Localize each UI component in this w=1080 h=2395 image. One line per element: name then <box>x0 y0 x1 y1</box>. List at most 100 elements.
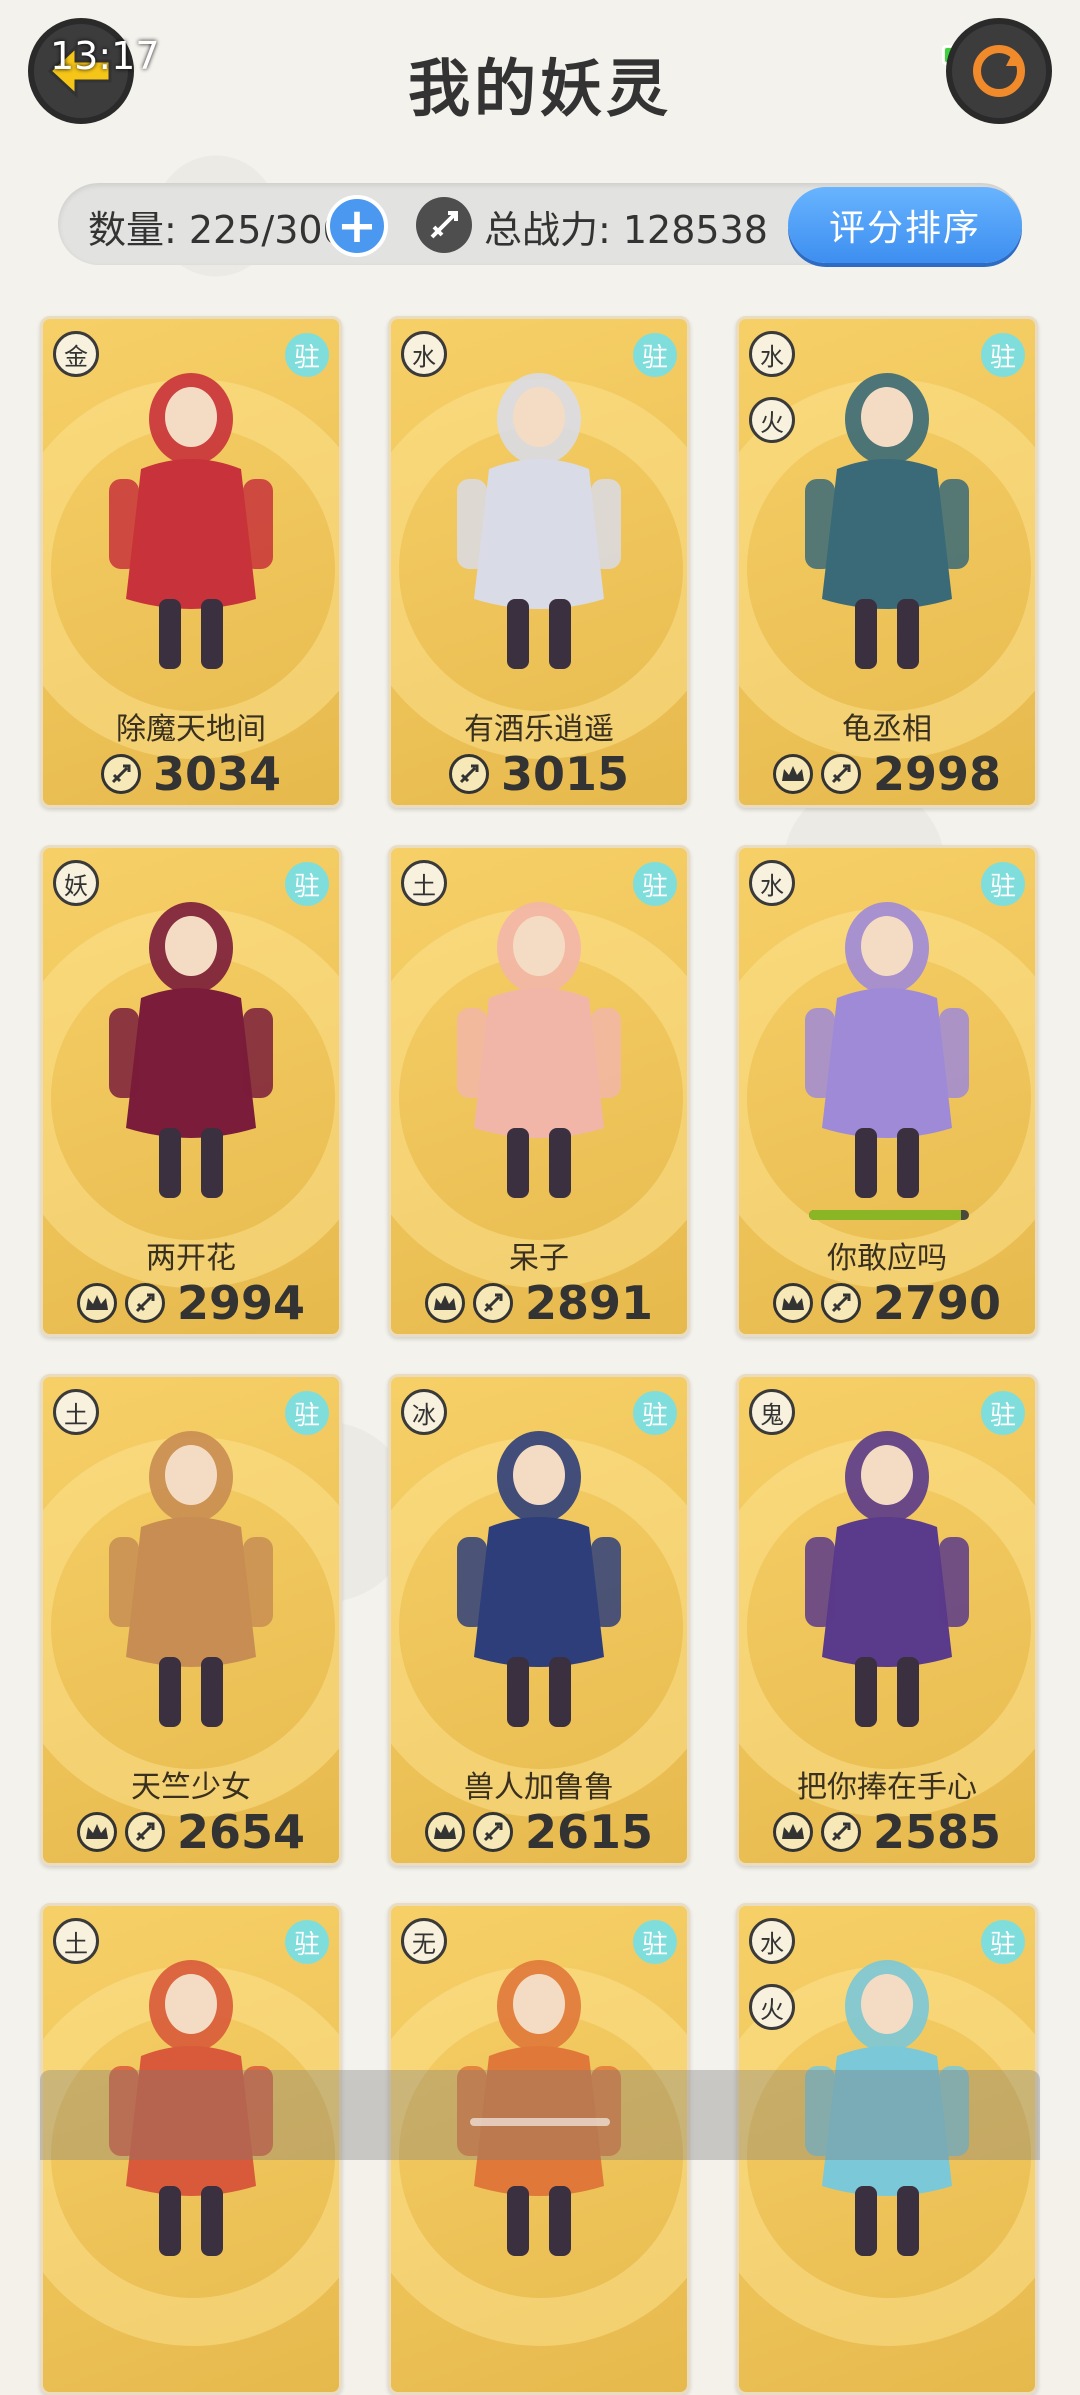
monster-name: 你敢应吗 <box>827 1241 947 1276</box>
monster-name: 兽人加鲁鲁 <box>464 1770 614 1805</box>
sword-icon <box>416 197 472 253</box>
combat-power: 2615 <box>524 1805 654 1859</box>
monster-card[interactable]: 金 驻除魔天地间 3034 <box>40 316 342 808</box>
character-figure <box>91 1417 291 1747</box>
character-figure <box>787 888 987 1218</box>
station-badge: 驻 <box>633 1920 677 1964</box>
element-badge: 土 <box>53 1389 99 1435</box>
monster-card[interactable]: 妖 驻两开花 2994 <box>40 845 342 1337</box>
sword-icon <box>820 754 861 794</box>
monster-card[interactable]: 冰 驻兽人加鲁鲁 2615 <box>388 1374 690 1866</box>
element-badge: 水 <box>749 331 795 377</box>
crown-icon <box>424 1812 465 1852</box>
monster-card[interactable]: 土 驻呆子 2891 <box>388 845 690 1337</box>
monster-card[interactable]: 鬼 驻把你捧在手心 2585 <box>736 1374 1038 1866</box>
element-badge: 冰 <box>401 1389 447 1435</box>
station-badge: 驻 <box>633 862 677 906</box>
element-badge: 无 <box>401 1918 447 1964</box>
card-footer: 2891 <box>391 1276 687 1330</box>
monster-card[interactable]: 水火 驻龟丞相 2998 <box>736 316 1038 808</box>
character-figure <box>787 359 987 689</box>
monster-name: 有酒乐逍遥 <box>464 712 614 747</box>
station-badge: 驻 <box>285 333 329 377</box>
sword-icon <box>124 1283 165 1323</box>
sword-icon <box>820 1283 861 1323</box>
station-badge: 驻 <box>633 333 677 377</box>
monster-name: 把你捧在手心 <box>797 1770 977 1805</box>
card-footer: 3015 <box>391 747 687 801</box>
station-badge: 驻 <box>981 333 1025 377</box>
card-footer: 2585 <box>739 1805 1035 1859</box>
card-footer: 2994 <box>43 1276 339 1330</box>
combat-power: 3034 <box>152 747 282 801</box>
info-bar: 数量: 225/300 + 总战力: 128538 评分排序 <box>58 183 1022 265</box>
monster-name: 龟丞相 <box>842 712 932 747</box>
station-badge: 驻 <box>285 1920 329 1964</box>
element-badge: 金 <box>53 331 99 377</box>
combat-power: 2891 <box>524 1276 654 1330</box>
station-badge: 驻 <box>981 1920 1025 1964</box>
expand-capacity-button[interactable]: + <box>326 195 388 257</box>
progress-bar <box>809 1210 969 1220</box>
element-badge: 鬼 <box>749 1389 795 1435</box>
crown-icon <box>424 1283 465 1323</box>
monster-card[interactable]: 水 驻你敢应吗 2790 <box>736 845 1038 1337</box>
character-figure <box>91 359 291 689</box>
character-figure <box>91 888 291 1218</box>
sword-icon <box>820 1812 861 1852</box>
top-bar: 13:17 我的妖灵 70 <box>0 0 1080 150</box>
sword-icon <box>100 754 141 794</box>
crown-icon <box>76 1283 117 1323</box>
sword-icon <box>472 1283 513 1323</box>
monster-name: 除魔天地间 <box>116 712 266 747</box>
station-badge: 驻 <box>981 862 1025 906</box>
monster-name: 呆子 <box>509 1241 569 1276</box>
combat-power: 2585 <box>872 1805 1002 1859</box>
card-footer: 2654 <box>43 1805 339 1859</box>
sort-by-score-button[interactable]: 评分排序 <box>788 187 1022 263</box>
element-badge: 土 <box>53 1918 99 1964</box>
crown-icon <box>772 1812 813 1852</box>
card-footer: 2615 <box>391 1805 687 1859</box>
sword-icon <box>472 1812 513 1852</box>
combat-power: 2654 <box>176 1805 306 1859</box>
total-power: 总战力: 128538 <box>484 208 768 252</box>
element-badge: 水 <box>749 860 795 906</box>
sword-icon <box>124 1812 165 1852</box>
refresh-button[interactable] <box>946 18 1052 124</box>
bottom-overlay <box>40 2070 1040 2160</box>
progress-fill <box>809 1210 961 1220</box>
crown-icon <box>772 1283 813 1323</box>
crown-icon <box>772 754 813 794</box>
home-indicator[interactable] <box>470 2118 610 2126</box>
combat-power: 2790 <box>872 1276 1002 1330</box>
station-badge: 驻 <box>285 1391 329 1435</box>
station-badge: 驻 <box>981 1391 1025 1435</box>
station-badge: 驻 <box>285 862 329 906</box>
monster-name: 两开花 <box>146 1241 236 1276</box>
character-figure <box>439 888 639 1218</box>
element-badge: 水 <box>401 331 447 377</box>
element-badge: 火 <box>749 397 795 443</box>
card-footer: 2790 <box>739 1276 1035 1330</box>
element-badge: 火 <box>749 1984 795 2030</box>
card-footer: 2998 <box>739 747 1035 801</box>
monster-count: 数量: 225/300 <box>88 208 347 252</box>
combat-power: 2994 <box>176 1276 306 1330</box>
monster-name: 天竺少女 <box>131 1770 251 1805</box>
combat-power: 3015 <box>500 747 630 801</box>
monster-card[interactable]: 土 驻天竺少女 2654 <box>40 1374 342 1866</box>
card-footer: 3034 <box>43 747 339 801</box>
refresh-icon <box>973 45 1025 97</box>
crown-icon <box>76 1812 117 1852</box>
character-figure <box>439 1417 639 1747</box>
character-figure <box>787 1417 987 1747</box>
character-figure <box>439 359 639 689</box>
station-badge: 驻 <box>633 1391 677 1435</box>
page-title: 我的妖灵 <box>407 52 672 125</box>
element-badge: 水 <box>749 1918 795 1964</box>
element-badge: 土 <box>401 860 447 906</box>
monster-card[interactable]: 水 驻有酒乐逍遥 3015 <box>388 316 690 808</box>
element-badge: 妖 <box>53 860 99 906</box>
plus-icon: + <box>336 198 378 254</box>
